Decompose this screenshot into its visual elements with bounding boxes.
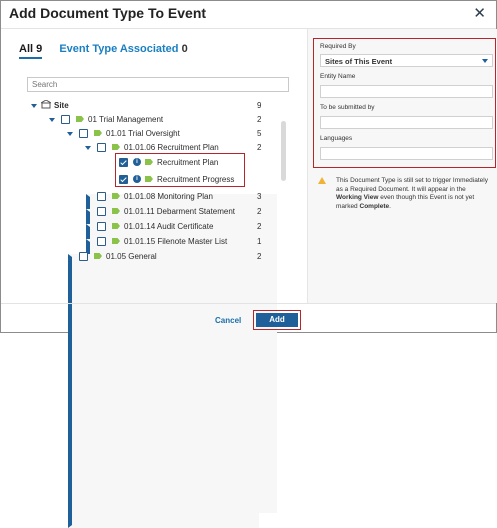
tree-label: 01.01 Trial Oversight: [106, 129, 180, 138]
checkbox[interactable]: [79, 252, 88, 261]
dialog-title: Add Document Type To Event: [9, 5, 207, 21]
tag-icon: [94, 130, 102, 136]
tree-count: 5: [257, 129, 262, 138]
trigger-note: This Document Type is still set to trigg…: [336, 177, 492, 211]
highlight-selected-types: [115, 153, 245, 187]
dialog-footer: Cancel Add: [1, 303, 496, 334]
search-input[interactable]: [27, 77, 289, 92]
note-end: .: [389, 202, 391, 210]
tree-count: 2: [257, 207, 262, 216]
tree-row-site[interactable]: Site 9: [31, 99, 271, 112]
tree-label: 01.01.08 Monitoring Plan: [124, 192, 213, 201]
note-complete: Complete: [359, 202, 390, 210]
tree-scrollbar[interactable]: [281, 121, 286, 181]
tree-count: 2: [257, 115, 262, 124]
entity-name-label: Entity Name: [320, 73, 356, 80]
tree-count: 2: [257, 143, 262, 152]
entity-name-field[interactable]: [320, 85, 493, 98]
tag-icon: [112, 144, 120, 150]
tab-event-type-associated[interactable]: Event Type Associated 0: [59, 43, 187, 55]
tree-count: 9: [257, 101, 262, 110]
tree-row-debarment-statement[interactable]: 01.01.11 Debarment Statement 2: [85, 205, 280, 483]
chevron-down-icon: [482, 59, 488, 63]
tree-label: 01.01.14 Audit Certificate: [124, 222, 214, 231]
languages-field[interactable]: [320, 147, 493, 160]
submitted-by-field[interactable]: [320, 116, 493, 129]
tab-all[interactable]: All 9: [19, 43, 43, 59]
tab-assoc-label: Event Type Associated: [59, 43, 179, 55]
checkbox[interactable]: [97, 207, 106, 216]
checkbox[interactable]: [97, 237, 106, 246]
tree-count: 1: [257, 237, 262, 246]
tree-row-monitoring-plan[interactable]: 01.01.08 Monitoring Plan 3: [85, 190, 280, 468]
tree-row-audit-certificate[interactable]: 01.01.14 Audit Certificate 2: [85, 220, 280, 498]
tree-label: 01.01.11 Debarment Statement: [124, 207, 236, 216]
tree-label: 01 Trial Management: [88, 115, 164, 124]
required-by-select[interactable]: Sites of This Event: [320, 54, 493, 67]
languages-label: Languages: [320, 135, 353, 142]
tab-assoc-count: 0: [181, 43, 188, 55]
submitted-by-label: To be submitted by: [320, 104, 375, 111]
note-text-1: This Document Type is still set to trigg…: [336, 177, 488, 193]
collapse-arrow-icon[interactable]: [67, 132, 73, 136]
expand-arrow-icon[interactable]: [68, 254, 259, 528]
add-document-type-dialog: Add Document Type To Event ✕ All 9 Event…: [0, 0, 497, 528]
checkbox[interactable]: [79, 129, 88, 138]
cancel-button[interactable]: Cancel: [215, 316, 241, 325]
warning-icon: [318, 177, 326, 184]
tab-all-count: 9: [36, 43, 43, 55]
site-icon: [41, 100, 51, 109]
tab-all-label: All: [19, 43, 34, 55]
collapse-arrow-icon[interactable]: [31, 104, 37, 108]
tree-label: 01.01.15 Filenote Master List: [124, 237, 228, 246]
checkbox[interactable]: [61, 115, 70, 124]
highlight-settings-fields: Required By Sites of This Event Entity N…: [313, 38, 496, 168]
tag-icon: [76, 116, 84, 122]
tree-label: 01.05 General: [106, 252, 157, 261]
tree-count: 2: [257, 222, 262, 231]
add-button[interactable]: Add: [256, 313, 298, 327]
collapse-arrow-icon[interactable]: [85, 146, 91, 150]
tree-row-trial-oversight[interactable]: 01.01 Trial Oversight 5: [67, 127, 277, 140]
tree-count: 2: [257, 252, 262, 261]
required-by-label: Required By: [320, 43, 356, 50]
collapse-arrow-icon[interactable]: [49, 118, 55, 122]
tree-row-trial-management[interactable]: 01 Trial Management 2: [49, 113, 279, 126]
tree-row-filenote-master-list[interactable]: 01.01.15 Filenote Master List 1: [85, 235, 280, 513]
filter-tabs: All 9 Event Type Associated 0: [19, 43, 202, 59]
checkbox[interactable]: [97, 222, 106, 231]
highlight-add-button: Add: [253, 310, 301, 330]
document-type-tree-panel: All 9 Event Type Associated 0 Site 9: [1, 29, 307, 528]
settings-panel: Required By Sites of This Event Entity N…: [307, 29, 497, 303]
checkbox[interactable]: [97, 192, 106, 201]
tree-count: 3: [257, 192, 262, 201]
note-working-view: Working View: [336, 194, 379, 201]
tree-row-general[interactable]: 01.05 General 2: [67, 250, 277, 528]
checkbox[interactable]: [97, 143, 106, 152]
close-icon[interactable]: ✕: [473, 6, 486, 22]
required-by-value: Sites of This Event: [325, 57, 393, 66]
dialog-header: Add Document Type To Event ✕: [1, 1, 496, 29]
tree-label: Site: [54, 101, 69, 110]
